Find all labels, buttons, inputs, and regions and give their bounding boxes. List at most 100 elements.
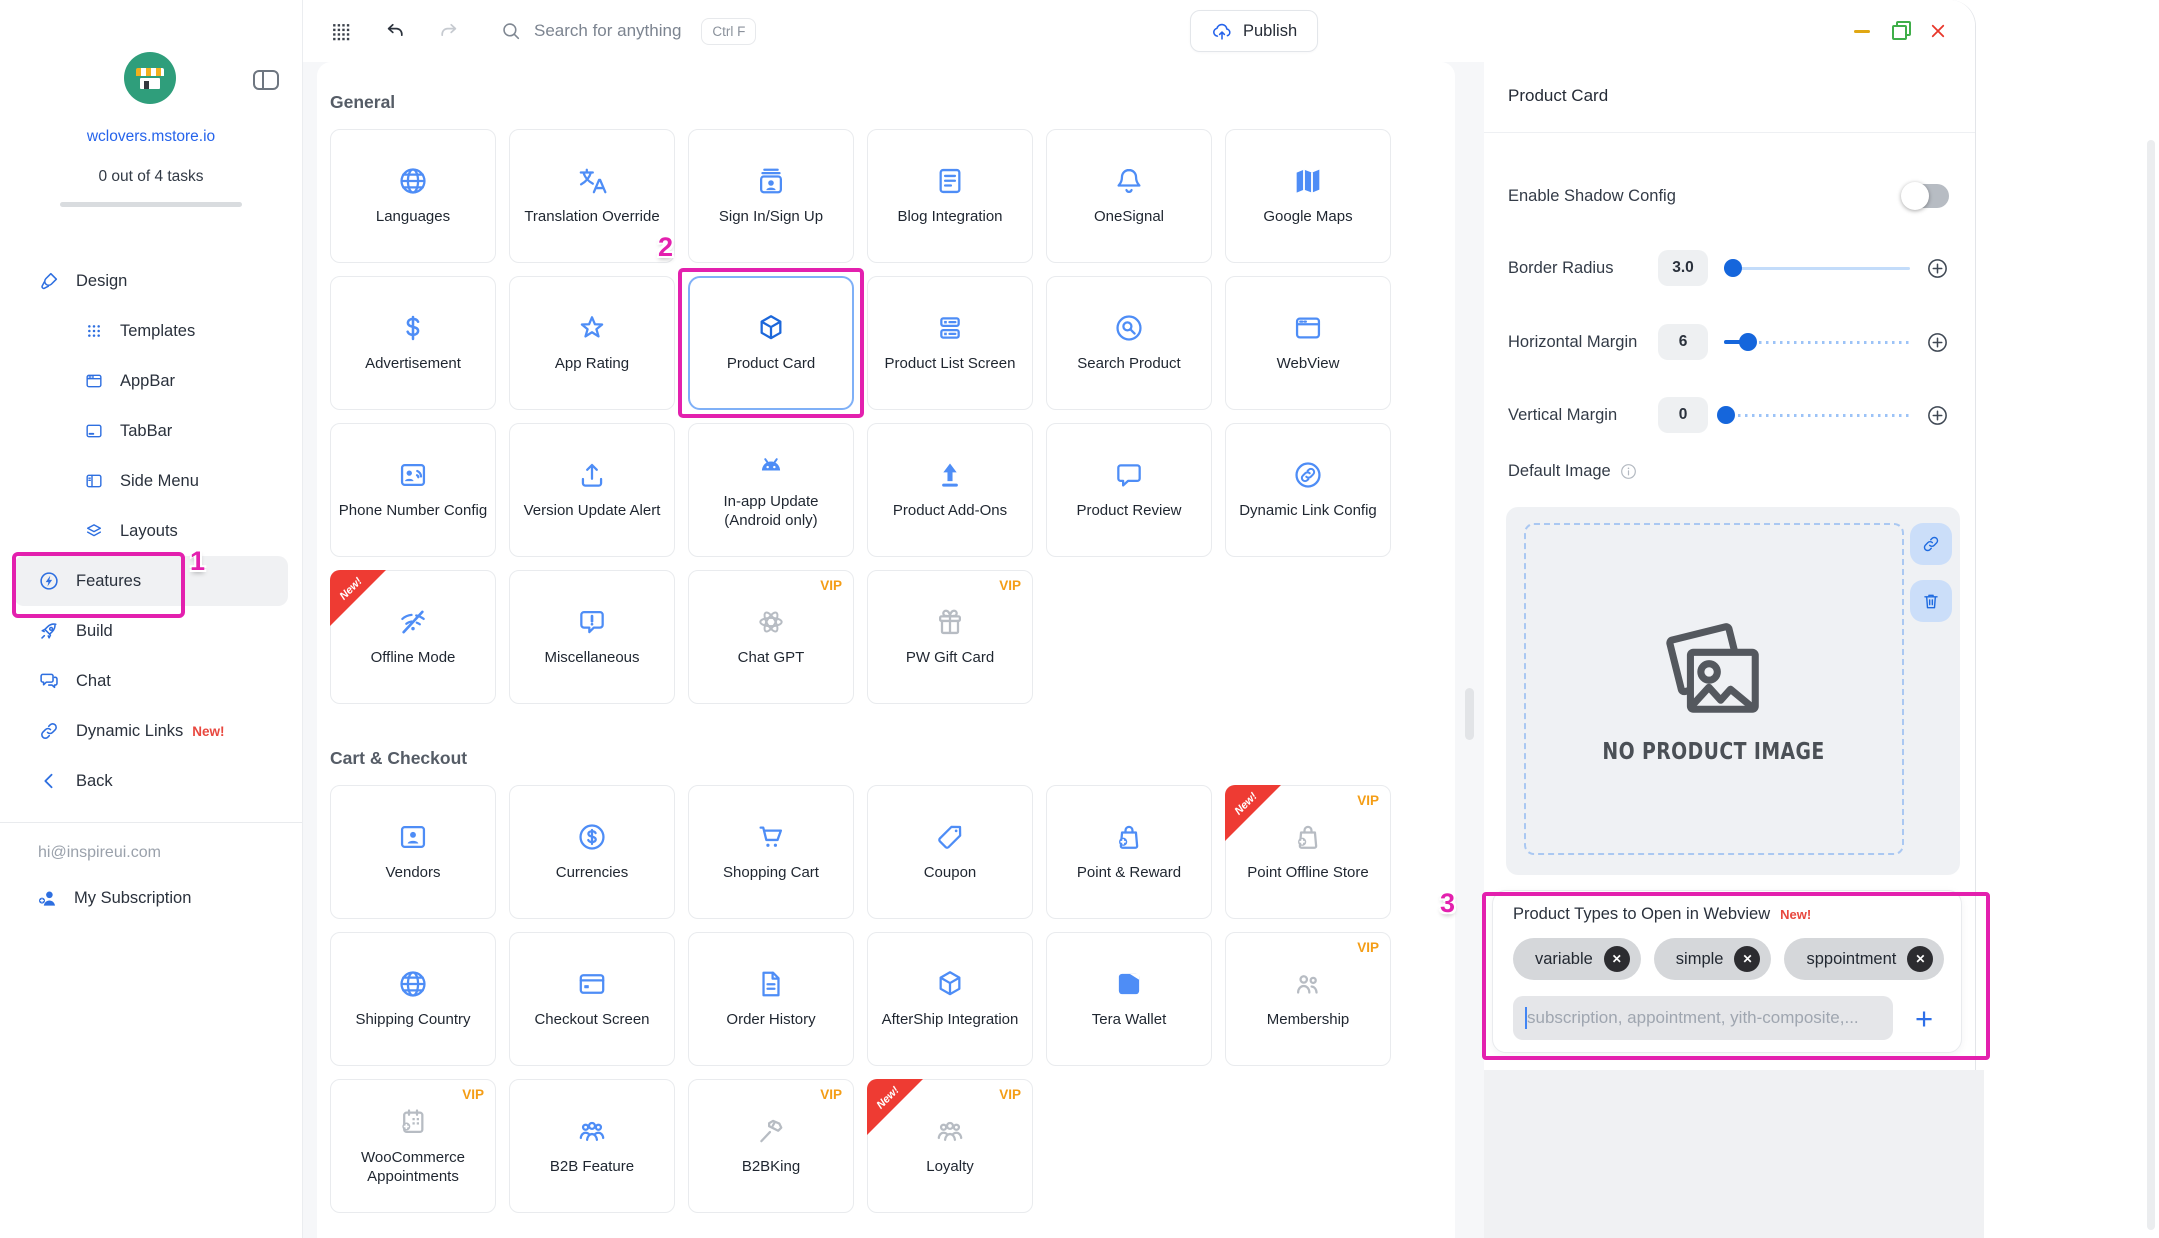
slider-track[interactable] (1724, 259, 1910, 277)
feature-card-currencies[interactable]: Currencies (509, 785, 675, 919)
canvas-scrollbar[interactable] (1465, 688, 1474, 740)
redo-button[interactable] (434, 17, 464, 47)
slider-value-badge: 6 (1658, 324, 1708, 360)
close-button[interactable] (1926, 19, 1950, 43)
product-type-chip-sppointment[interactable]: sppointment ✕ (1784, 938, 1944, 980)
slider-thumb[interactable] (1739, 333, 1757, 351)
feature-card-shopping-cart[interactable]: Shopping Cart (688, 785, 854, 919)
feature-card-search-product[interactable]: Search Product (1046, 276, 1212, 410)
sidebar-item-layouts[interactable]: Layouts (14, 506, 288, 556)
feature-card-advertisement[interactable]: Advertisement (330, 276, 496, 410)
feature-card-aftership-integration[interactable]: AfterShip Integration (867, 932, 1033, 1066)
product-type-input[interactable] (1513, 996, 1893, 1040)
sidebar-item-features[interactable]: Features 1 (14, 556, 288, 606)
feature-card-offline-mode[interactable]: Offline Mode New! (330, 570, 496, 704)
sidebar-item-appbar[interactable]: AppBar (14, 356, 288, 406)
feature-card-chat-gpt[interactable]: Chat GPT VIP (688, 570, 854, 704)
feature-card-woocommerce-appointments[interactable]: WooCommerce Appointments VIP (330, 1079, 496, 1213)
sidebar-item-build[interactable]: Build (14, 606, 288, 656)
publish-button[interactable]: Publish (1190, 10, 1318, 52)
feature-icon (397, 165, 429, 197)
vip-badge: VIP (820, 1087, 842, 1102)
product-type-chip-variable[interactable]: variable ✕ (1513, 938, 1641, 980)
feature-card-membership[interactable]: Membership VIP (1225, 932, 1391, 1066)
sidebar-item-side-menu[interactable]: Side Menu (14, 456, 288, 506)
section-title-general: General (330, 92, 1455, 113)
feature-card-product-add-ons[interactable]: Product Add-Ons (867, 423, 1033, 557)
image-dropzone[interactable]: NO PRODUCT IMAGE (1524, 523, 1904, 855)
feature-card-coupon[interactable]: Coupon (867, 785, 1033, 919)
feature-card-shipping-country[interactable]: Shipping Country (330, 932, 496, 1066)
feature-card-point-reward[interactable]: Point & Reward (1046, 785, 1212, 919)
feature-card-in-app-update-android-only[interactable]: In-app Update (Android only) (688, 423, 854, 557)
feature-icon (755, 312, 787, 344)
site-link[interactable]: wclovers.mstore.io (0, 128, 302, 146)
feature-card-vendors[interactable]: Vendors (330, 785, 496, 919)
feature-card-b2bking[interactable]: B2BKing VIP (688, 1079, 854, 1213)
feature-card-google-maps[interactable]: Google Maps (1225, 129, 1391, 263)
feature-icon (397, 1106, 429, 1138)
feature-card-onesignal[interactable]: OneSignal (1046, 129, 1212, 263)
feature-card-point-offline-store[interactable]: Point Offline Store VIPNew! (1225, 785, 1391, 919)
sidebar-item-templates[interactable]: Templates (14, 306, 288, 356)
slider-thumb[interactable] (1724, 259, 1742, 277)
feature-card-b2b-feature[interactable]: B2B Feature (509, 1079, 675, 1213)
feature-card-blog-integration[interactable]: Blog Integration (867, 129, 1033, 263)
feature-card-tera-wallet[interactable]: Tera Wallet (1046, 932, 1212, 1066)
feature-card-product-card[interactable]: Product Card 2 (688, 276, 854, 410)
increment-icon[interactable] (1926, 257, 1949, 280)
feature-card-languages[interactable]: Languages (330, 129, 496, 263)
feature-icon (576, 968, 608, 1000)
increment-icon[interactable] (1926, 331, 1949, 354)
outer-scrollbar[interactable] (2147, 140, 2155, 1230)
minimize-button[interactable] (1850, 19, 1874, 43)
sidebar-item-back[interactable]: Back (14, 756, 288, 806)
undo-button[interactable] (380, 17, 410, 47)
feature-card-sign-in-sign-up[interactable]: Sign In/Sign Up (688, 129, 854, 263)
chip-remove-button[interactable]: ✕ (1734, 946, 1760, 972)
feature-card-dynamic-link-config[interactable]: Dynamic Link Config (1225, 423, 1391, 557)
feature-card-version-update-alert[interactable]: Version Update Alert (509, 423, 675, 557)
feature-label: OneSignal (1094, 207, 1164, 227)
feature-card-webview[interactable]: WebView (1225, 276, 1391, 410)
product-type-chip-simple[interactable]: simple ✕ (1654, 938, 1772, 980)
feature-label: Search Product (1077, 354, 1180, 374)
collapse-sidebar-icon[interactable] (252, 68, 280, 92)
apps-grid-button[interactable] (326, 17, 356, 47)
image-link-button[interactable] (1910, 523, 1952, 565)
slider-thumb[interactable] (1717, 406, 1735, 424)
feature-card-checkout-screen[interactable]: Checkout Screen (509, 932, 675, 1066)
info-icon[interactable] (1619, 462, 1638, 481)
image-delete-button[interactable] (1910, 580, 1952, 622)
slider-track[interactable] (1724, 406, 1910, 424)
add-product-type-button[interactable]: + (1907, 1003, 1941, 1034)
sidebar-item-my-subscription[interactable]: My Subscription (0, 874, 302, 922)
sidebar-item-tabbar[interactable]: TabBar (14, 406, 288, 456)
feature-card-translation-override[interactable]: Translation Override (509, 129, 675, 263)
feature-label: Currencies (556, 863, 629, 883)
feature-icon (755, 968, 787, 1000)
feature-card-product-list-screen[interactable]: Product List Screen (867, 276, 1033, 410)
chip-remove-button[interactable]: ✕ (1907, 946, 1933, 972)
feature-card-order-history[interactable]: Order History (688, 932, 854, 1066)
feature-label: B2BKing (742, 1157, 800, 1177)
sidebar-item-dynamic-links[interactable]: Dynamic Links New! (14, 706, 288, 756)
sidebar-item-design[interactable]: Design (14, 256, 288, 306)
feature-label: Order History (726, 1010, 815, 1030)
increment-icon[interactable] (1926, 404, 1949, 427)
feature-card-app-rating[interactable]: App Rating (509, 276, 675, 410)
menu-item-icon (38, 670, 60, 692)
enable-shadow-config-toggle[interactable] (1903, 184, 1949, 208)
new-ribbon: New! (330, 570, 386, 626)
feature-card-pw-gift-card[interactable]: PW Gift Card VIP (867, 570, 1033, 704)
feature-card-phone-number-config[interactable]: Phone Number Config (330, 423, 496, 557)
restore-button[interactable] (1888, 19, 1912, 43)
chip-remove-button[interactable]: ✕ (1604, 946, 1630, 972)
feature-card-product-review[interactable]: Product Review (1046, 423, 1212, 557)
slider-track[interactable] (1724, 333, 1910, 351)
feature-card-miscellaneous[interactable]: Miscellaneous (509, 570, 675, 704)
sidebar-item-chat[interactable]: Chat (14, 656, 288, 706)
global-search[interactable]: Search for anything Ctrl F (500, 12, 756, 50)
feature-label: Product Card (727, 354, 815, 374)
feature-card-loyalty[interactable]: Loyalty VIPNew! (867, 1079, 1033, 1213)
